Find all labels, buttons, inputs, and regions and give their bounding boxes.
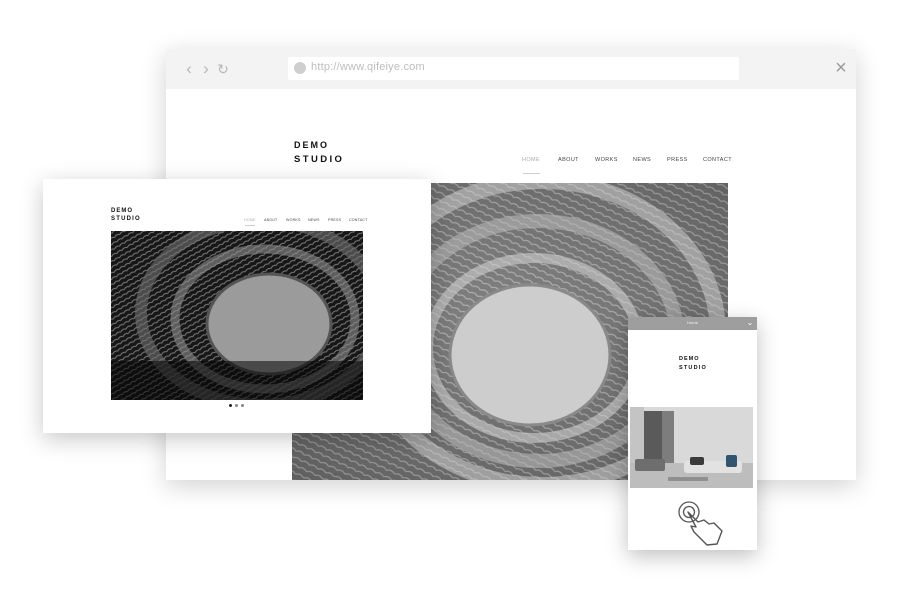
nav-item-works[interactable]: WORKS: [595, 157, 618, 163]
site-logo-line1[interactable]: DEMO: [294, 140, 329, 150]
site-logo-line1[interactable]: DEMO: [111, 208, 133, 214]
url-text: http://www.qifeiye.com: [311, 61, 425, 73]
nav-item-about[interactable]: ABOUT: [264, 218, 277, 222]
address-bar[interactable]: http://www.qifeiye.com: [288, 57, 739, 80]
chevron-down-icon[interactable]: ⌄: [746, 319, 754, 327]
chevron-left-icon[interactable]: ‹: [180, 60, 198, 78]
nav-item-contact[interactable]: CONTACT: [703, 157, 732, 163]
browser-toolbar: ‹ › ↻ http://www.qifeiye.com ×: [166, 49, 856, 89]
site-logo-line2[interactable]: STUDIO: [294, 154, 344, 165]
nav-item-about[interactable]: ABOUT: [558, 157, 579, 163]
nav-item-press[interactable]: PRESS: [328, 218, 341, 222]
reload-icon[interactable]: ↻: [214, 60, 232, 78]
nav-item-press[interactable]: PRESS: [667, 157, 688, 163]
mobile-menu-label: Home: [687, 320, 698, 325]
nav-active-indicator: [245, 225, 255, 226]
slider-dot-1[interactable]: [229, 404, 232, 407]
close-icon[interactable]: ×: [831, 58, 851, 78]
tablet-preview-window: DEMO STUDIO HOME ABOUT WORKS NEWS PRESS …: [43, 179, 431, 433]
nav-item-works[interactable]: WORKS: [286, 218, 301, 222]
hero-slider-image: [111, 231, 363, 400]
nav-item-news[interactable]: NEWS: [308, 218, 320, 222]
chevron-right-icon[interactable]: ›: [197, 60, 215, 78]
nav-item-home[interactable]: HOME: [244, 218, 256, 222]
hand-touch-icon: [671, 497, 731, 549]
nav-active-indicator: [523, 173, 540, 174]
slider-dot-2[interactable]: [235, 404, 238, 407]
interior-photo: [630, 407, 753, 488]
nav-item-contact[interactable]: CONTACT: [349, 218, 368, 222]
nav-item-news[interactable]: NEWS: [633, 157, 651, 163]
globe-icon: [294, 62, 306, 74]
site-logo-line2[interactable]: STUDIO: [679, 365, 707, 371]
site-logo-line1[interactable]: DEMO: [679, 356, 700, 362]
site-logo-line2[interactable]: STUDIO: [111, 216, 141, 222]
slider-dot-3[interactable]: [241, 404, 244, 407]
nav-item-home[interactable]: HOME: [522, 157, 540, 163]
mobile-preview-window: Home ⌄ DEMO STUDIO: [628, 317, 757, 550]
